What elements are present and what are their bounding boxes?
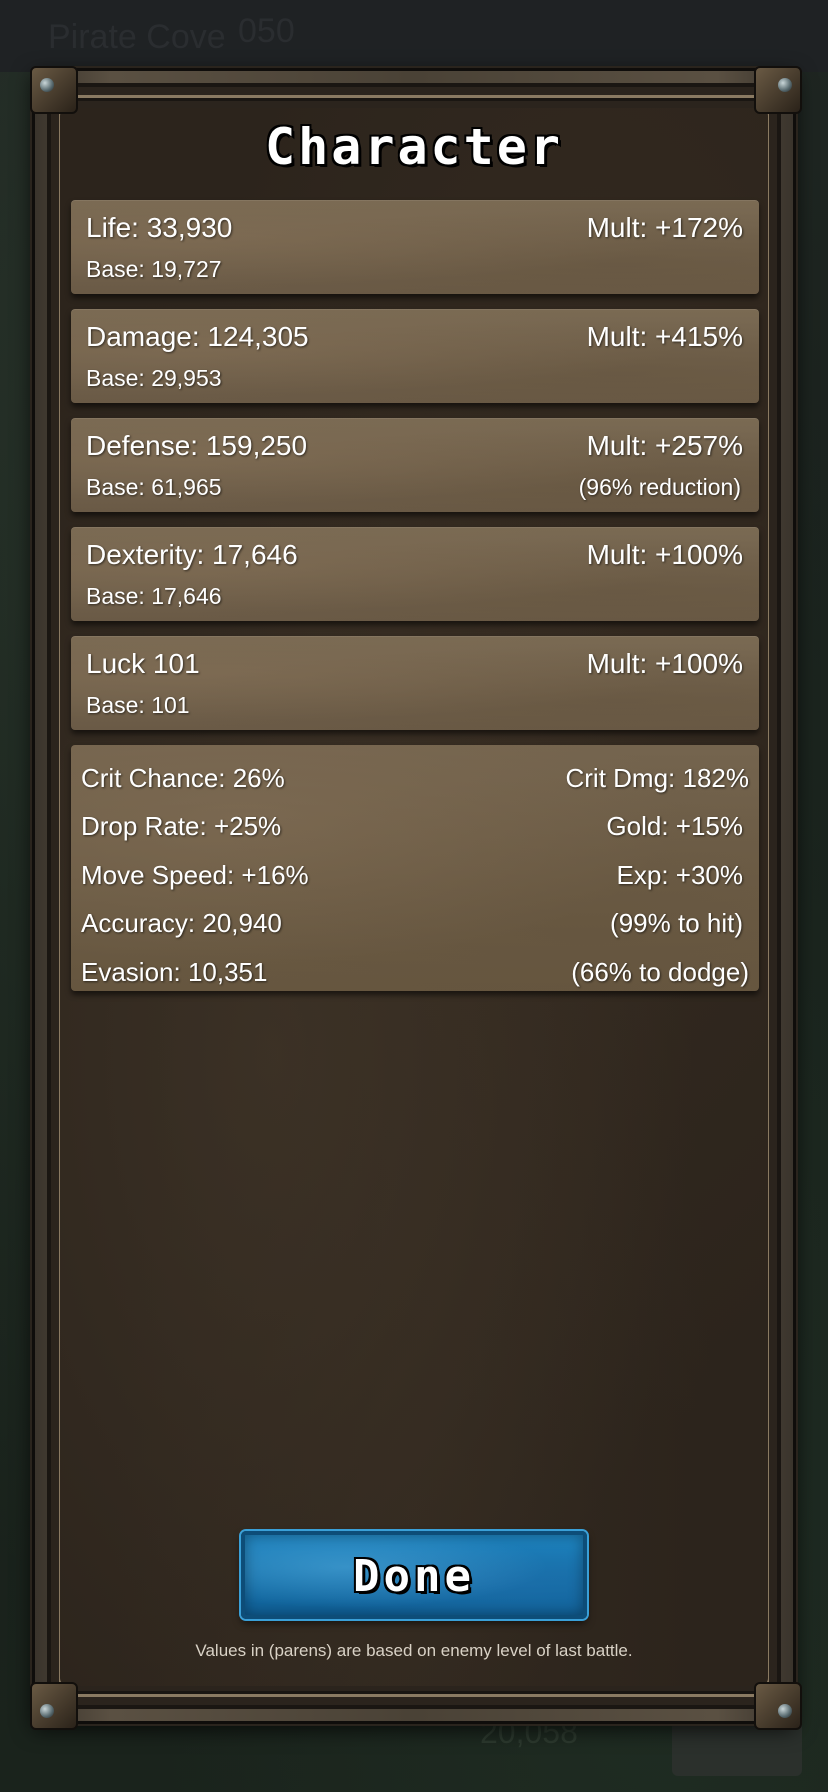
stat-card-life: Life: 33,930 Mult: +172% Base: 19,727 bbox=[71, 200, 759, 294]
stat-reduction-note: (96% reduction) bbox=[578, 474, 741, 500]
corner-ornament-bottom-left bbox=[30, 1682, 78, 1730]
stat-base: Base: 17,646 bbox=[86, 583, 222, 609]
exp-bonus: Exp: +30% bbox=[616, 860, 743, 890]
stat-base: Base: 19,727 bbox=[86, 256, 222, 282]
stat-multiplier: Mult: +257% bbox=[586, 430, 743, 461]
move-speed: Move Speed: +16% bbox=[81, 860, 309, 890]
footer-note: Values in (parens) are based on enemy le… bbox=[195, 1641, 633, 1660]
corner-ornament-bottom-right bbox=[754, 1682, 802, 1730]
secondary-stats-card: Crit Chance: 26% Crit Dmg: 182% Drop Rat… bbox=[71, 745, 759, 991]
drop-rate: Drop Rate: +25% bbox=[81, 811, 282, 841]
stat-base: Base: 29,953 bbox=[86, 365, 222, 391]
stat-base: Base: 61,965 bbox=[86, 474, 222, 500]
rivet-icon bbox=[40, 78, 54, 92]
accuracy: Accuracy: 20,940 bbox=[81, 908, 282, 938]
location-name: Pirate Cove bbox=[48, 18, 226, 56]
stat-value: Damage: 124,305 bbox=[86, 321, 309, 352]
rivet-icon bbox=[778, 1704, 792, 1718]
done-button[interactable]: Done bbox=[241, 1531, 587, 1619]
stat-card-luck: Luck 101 Mult: +100% Base: 101 bbox=[71, 636, 759, 730]
crit-damage: Crit Dmg: 182% bbox=[565, 763, 750, 793]
stat-card-damage: Damage: 124,305 Mult: +415% Base: 29,953 bbox=[71, 309, 759, 403]
secondary-stat-row: Drop Rate: +25% Gold: +15% bbox=[81, 811, 749, 845]
secondary-stat-row: Evasion: 10,351 (66% to dodge) bbox=[81, 957, 749, 991]
location-counter: 050 bbox=[238, 12, 295, 50]
rivet-icon bbox=[778, 78, 792, 92]
stat-value: Dexterity: 17,646 bbox=[86, 539, 298, 570]
corner-ornament-top-right bbox=[754, 66, 802, 114]
top-bar: Pirate Cove 050 bbox=[0, 0, 828, 72]
crit-chance: Crit Chance: 26% bbox=[81, 763, 285, 793]
stat-card-dexterity: Dexterity: 17,646 Mult: +100% Base: 17,6… bbox=[71, 527, 759, 621]
rivet-icon bbox=[40, 1704, 54, 1718]
secondary-stat-row: Accuracy: 20,940 (99% to hit) bbox=[81, 908, 749, 942]
stat-value: Life: 33,930 bbox=[86, 212, 233, 243]
stat-value: Defense: 159,250 bbox=[86, 430, 308, 461]
panel-title: Character bbox=[265, 118, 563, 176]
stat-card-defense: Defense: 159,250 Mult: +257% Base: 61,96… bbox=[71, 418, 759, 512]
stat-value: Luck 101 bbox=[86, 648, 200, 679]
gold-bonus: Gold: +15% bbox=[606, 811, 743, 841]
secondary-stat-row: Move Speed: +16% Exp: +30% bbox=[81, 860, 749, 894]
done-button-label: Done bbox=[353, 1551, 475, 1602]
stat-multiplier: Mult: +100% bbox=[586, 539, 743, 570]
dodge-chance: (66% to dodge) bbox=[571, 957, 749, 987]
stat-multiplier: Mult: +172% bbox=[586, 212, 743, 243]
stat-multiplier: Mult: +415% bbox=[586, 321, 743, 352]
evasion: Evasion: 10,351 bbox=[81, 957, 268, 987]
corner-ornament-top-left bbox=[30, 66, 78, 114]
secondary-stat-row: Crit Chance: 26% Crit Dmg: 182% bbox=[81, 763, 749, 797]
hit-chance: (99% to hit) bbox=[610, 908, 743, 938]
stat-base: Base: 101 bbox=[86, 692, 190, 718]
stat-multiplier: Mult: +100% bbox=[586, 648, 743, 679]
